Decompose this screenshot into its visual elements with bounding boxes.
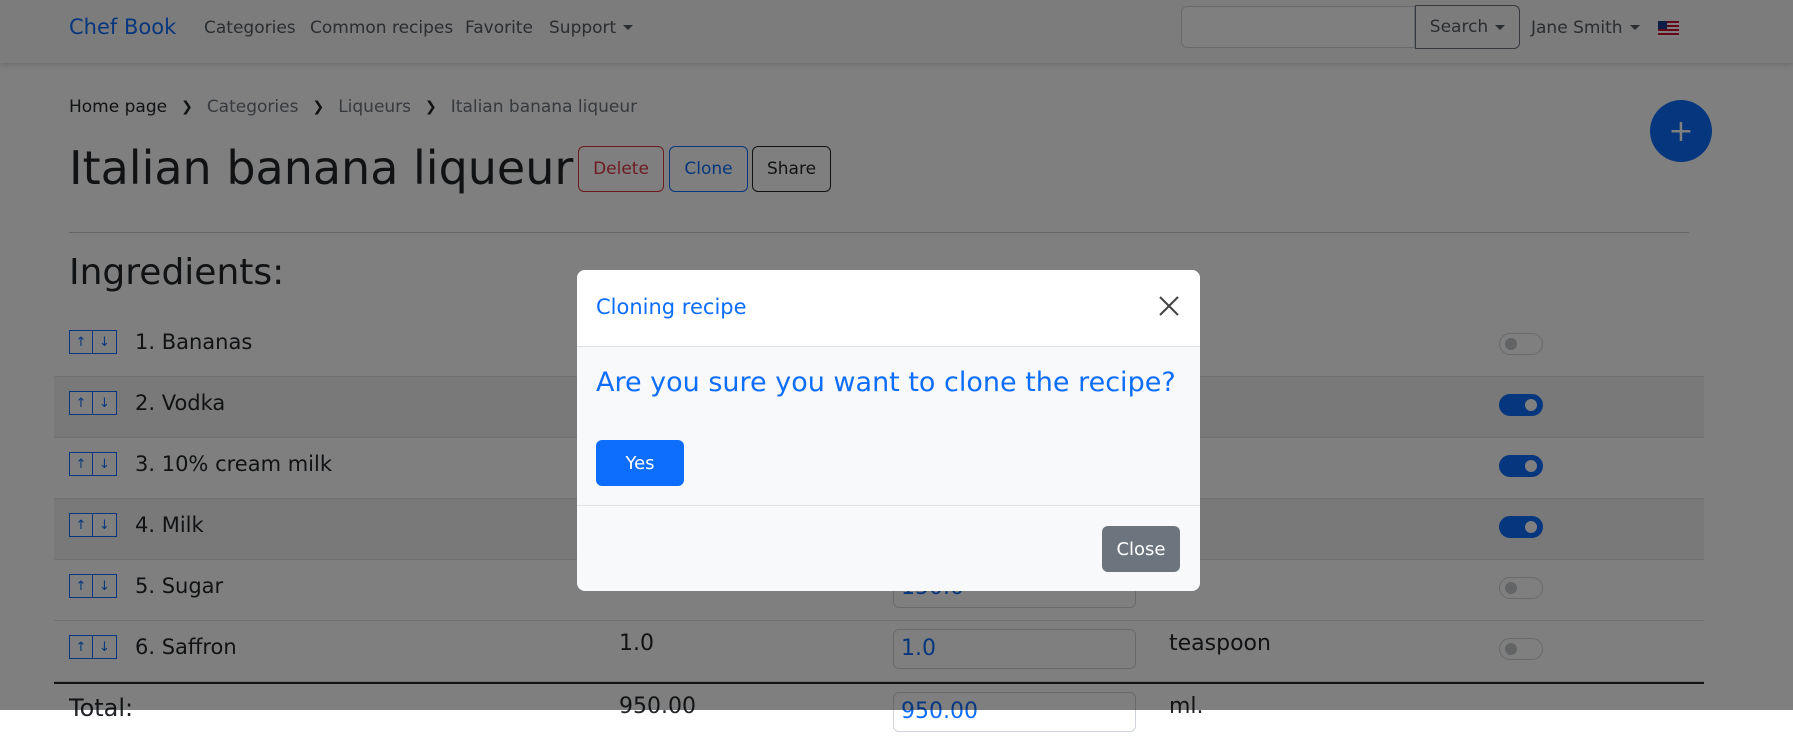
modal-footer: Close [577,506,1200,591]
yes-button[interactable]: Yes [596,440,684,486]
clone-confirm-dialog: Cloning recipe Are you sure you want to … [577,270,1200,591]
modal-header: Cloning recipe [577,270,1200,347]
close-button[interactable]: Close [1102,526,1180,572]
modal-body: Are you sure you want to clone the recip… [577,347,1200,506]
modal-question: Are you sure you want to clone the recip… [596,367,1176,398]
modal-title: Cloning recipe [596,295,747,319]
close-icon[interactable] [1158,295,1180,317]
